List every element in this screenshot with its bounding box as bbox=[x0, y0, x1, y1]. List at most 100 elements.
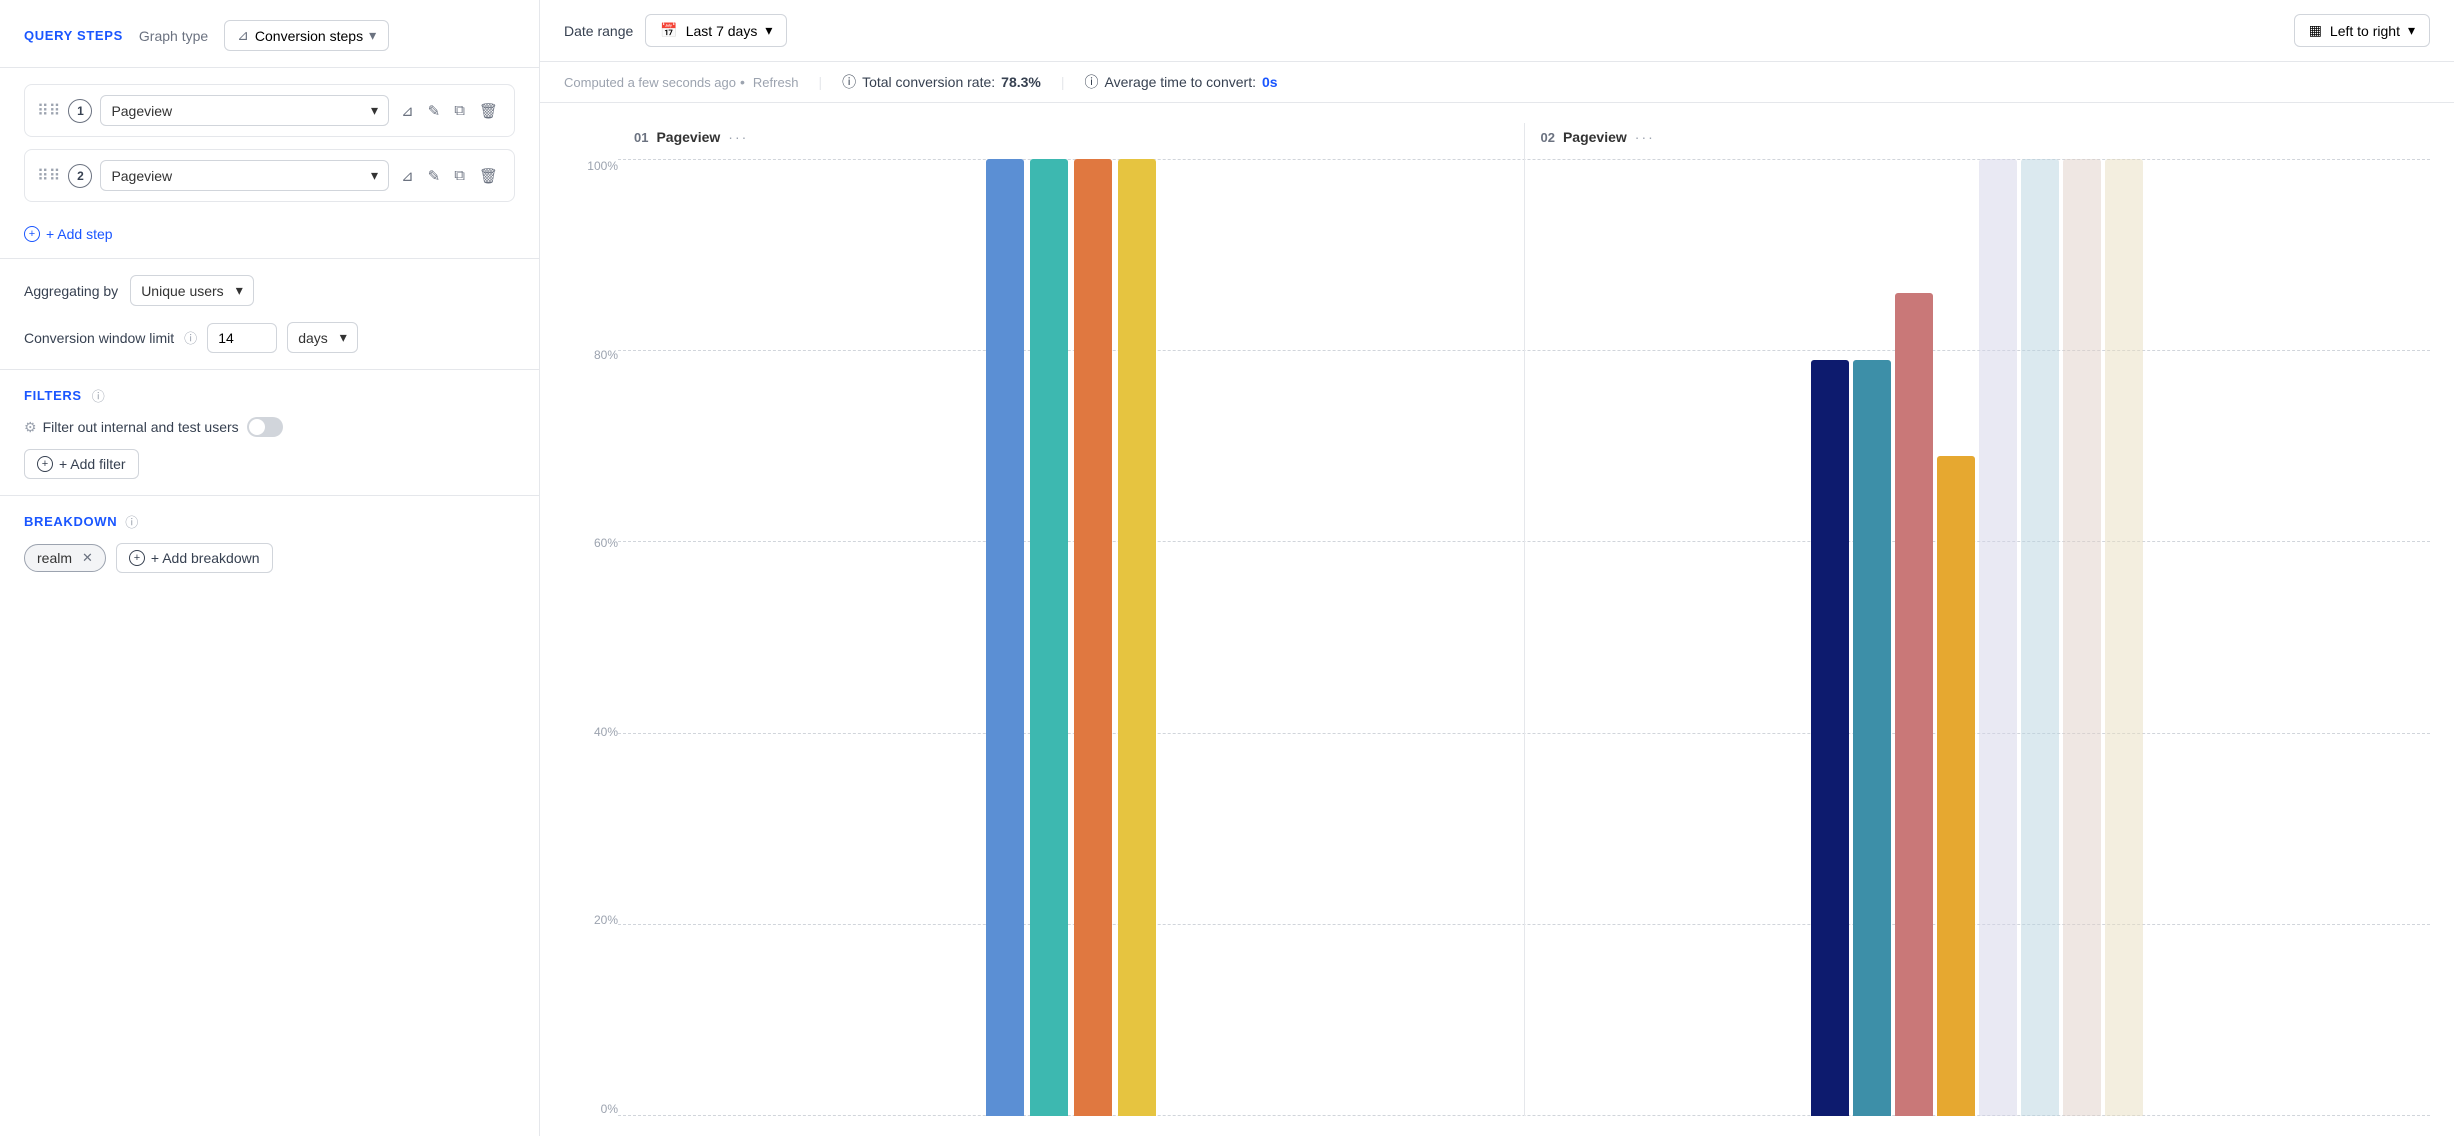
avg-time-value: 0s bbox=[1262, 74, 1278, 90]
step-1-filter-btn[interactable]: ⊿ bbox=[397, 98, 418, 124]
step-1-delete-btn[interactable]: 🗑 bbox=[475, 98, 502, 124]
chevron-down-icon: ▾ bbox=[2408, 22, 2415, 39]
step-1-num: 01 bbox=[634, 130, 648, 145]
date-range-button[interactable]: 📅 Last 7 days ▾ bbox=[645, 14, 787, 47]
step-1-copy-btn[interactable]: ⧉ bbox=[450, 98, 469, 123]
filters-info-icon[interactable]: ⓘ bbox=[92, 386, 105, 405]
step-number-1: 1 bbox=[68, 99, 92, 123]
breakdown-row: realm ✕ + + Add breakdown bbox=[24, 543, 515, 573]
plus-circle-icon: + bbox=[37, 456, 53, 472]
drag-handle-2[interactable]: ⠿⠿ bbox=[37, 166, 60, 186]
step-1-bars bbox=[618, 159, 1524, 1116]
step-2-filter-btn[interactable]: ⊿ bbox=[397, 163, 418, 189]
step-1-label: Pageview bbox=[656, 129, 720, 145]
chevron-down-icon: ▾ bbox=[765, 22, 772, 39]
avg-time-stat: ⓘ Average time to convert: 0s bbox=[1085, 72, 1278, 92]
chevron-down-icon: ▾ bbox=[371, 102, 378, 119]
add-breakdown-button[interactable]: + + Add breakdown bbox=[116, 543, 273, 573]
y-tick-80: 80% bbox=[564, 348, 618, 362]
chart-stats: Computed a few seconds ago • Refresh | ⓘ… bbox=[540, 62, 2454, 103]
bar-s2-1[interactable] bbox=[1811, 360, 1849, 1116]
graph-type-label: Graph type bbox=[139, 28, 208, 44]
bar-s2-ghost-4 bbox=[2105, 159, 2143, 1116]
graph-type-button[interactable]: ⊿ Conversion steps ▾ bbox=[224, 20, 389, 51]
step-1-column: 01 Pageview ··· bbox=[618, 123, 1525, 1116]
window-unit-select[interactable]: days ▾ bbox=[287, 322, 358, 353]
filters-header: FILTERS ⓘ bbox=[24, 386, 515, 405]
date-range-row: Date range 📅 Last 7 days ▾ bbox=[564, 14, 787, 47]
step-2-actions: ⊿ ✎ ⧉ 🗑 bbox=[397, 163, 502, 189]
conversion-window-row: Conversion window limit ⓘ days ▾ bbox=[24, 322, 515, 353]
step-1-edit-btn[interactable]: ✎ bbox=[424, 98, 445, 124]
left-panel: QUERY STEPS Graph type ⊿ Conversion step… bbox=[0, 0, 540, 1136]
breakdown-section: BREAKDOWN ⓘ realm ✕ + + Add breakdown bbox=[0, 495, 539, 589]
total-conversion-stat: ⓘ Total conversion rate: 78.3% bbox=[842, 72, 1041, 92]
aggregating-row: Aggregating by Unique users ▾ bbox=[24, 275, 515, 306]
breakdown-header: BREAKDOWN ⓘ bbox=[24, 512, 515, 531]
columns-wrapper: 01 Pageview ··· bbox=[618, 123, 2430, 1116]
step-2-num: 02 bbox=[1541, 130, 1555, 145]
step-2-delete-btn[interactable]: 🗑 bbox=[475, 163, 502, 189]
date-range-label: Date range bbox=[564, 23, 633, 39]
bar-chart-icon: ▦ bbox=[2309, 22, 2322, 39]
steps-list: ⠿⠿ 1 Pageview ▾ ⊿ ✎ ⧉ 🗑 ⠿⠿ 2 bbox=[0, 68, 539, 218]
conversion-window-input[interactable] bbox=[207, 323, 277, 353]
avg-time-label: Average time to convert: bbox=[1105, 74, 1256, 90]
bar-s1-1[interactable] bbox=[986, 159, 1024, 1116]
step-2-copy-btn[interactable]: ⧉ bbox=[450, 163, 469, 188]
aggregating-label: Aggregating by bbox=[24, 283, 118, 299]
gear-icon: ⚙ bbox=[24, 419, 37, 436]
drag-handle-1[interactable]: ⠿⠿ bbox=[37, 101, 60, 121]
step-1-header: 01 Pageview ··· bbox=[618, 123, 1524, 159]
chart-plot: 01 Pageview ··· bbox=[618, 123, 2430, 1136]
info-icon: ⓘ bbox=[1085, 72, 1099, 92]
filter-toggle[interactable] bbox=[247, 417, 283, 437]
filters-section: FILTERS ⓘ ⚙ Filter out internal and test… bbox=[0, 369, 539, 495]
filter-out-label: ⚙ Filter out internal and test users bbox=[24, 419, 239, 436]
step-2-edit-btn[interactable]: ✎ bbox=[424, 163, 445, 189]
chart-area: 100% 80% 60% 40% 20% 0% bbox=[540, 103, 2454, 1136]
settings-section: Aggregating by Unique users ▾ Conversion… bbox=[0, 258, 539, 369]
step-row-1: ⠿⠿ 1 Pageview ▾ ⊿ ✎ ⧉ 🗑 bbox=[24, 84, 515, 137]
step-select-1[interactable]: Pageview ▾ bbox=[100, 95, 389, 126]
step-2-column: 02 Pageview ··· bbox=[1525, 123, 2431, 1116]
y-tick-20: 20% bbox=[564, 913, 618, 927]
step-select-2[interactable]: Pageview ▾ bbox=[100, 160, 389, 191]
step-2-more[interactable]: ··· bbox=[1635, 129, 1655, 145]
step-1-more[interactable]: ··· bbox=[728, 129, 748, 145]
bar-s2-3[interactable] bbox=[1895, 293, 1933, 1116]
bar-s1-2[interactable] bbox=[1030, 159, 1068, 1116]
breakdown-tag-realm: realm ✕ bbox=[24, 544, 106, 572]
breakdown-tag-remove[interactable]: ✕ bbox=[78, 550, 93, 566]
plus-circle-icon: + bbox=[129, 550, 145, 566]
query-steps-label: QUERY STEPS bbox=[24, 28, 123, 43]
bar-s2-2[interactable] bbox=[1853, 360, 1891, 1116]
step-2-bars bbox=[1525, 159, 2431, 1116]
step-row-2: ⠿⠿ 2 Pageview ▾ ⊿ ✎ ⧉ 🗑 bbox=[24, 149, 515, 202]
calendar-icon: 📅 bbox=[660, 22, 677, 39]
bar-s2-4[interactable] bbox=[1937, 456, 1975, 1116]
conversion-window-label: Conversion window limit bbox=[24, 330, 174, 346]
add-filter-button[interactable]: + + Add filter bbox=[24, 449, 139, 479]
total-conversion-label: Total conversion rate: bbox=[862, 74, 995, 90]
y-tick-40: 40% bbox=[564, 725, 618, 739]
y-axis: 100% 80% 60% 40% 20% 0% bbox=[564, 123, 618, 1136]
computed-text: Computed a few seconds ago bbox=[564, 75, 736, 90]
chevron-down-icon: ▾ bbox=[340, 329, 347, 346]
y-tick-60: 60% bbox=[564, 536, 618, 550]
info-icon: ⓘ bbox=[842, 72, 856, 92]
bar-s1-3[interactable] bbox=[1074, 159, 1112, 1116]
bar-s2-ghost-3 bbox=[2063, 159, 2101, 1116]
aggregating-select[interactable]: Unique users ▾ bbox=[130, 275, 254, 306]
info-icon[interactable]: ⓘ bbox=[184, 328, 197, 347]
add-step-button[interactable]: + + Add step bbox=[0, 218, 539, 258]
direction-button[interactable]: ▦ Left to right ▾ bbox=[2294, 14, 2430, 47]
bar-s1-4[interactable] bbox=[1118, 159, 1156, 1116]
refresh-link[interactable]: Refresh bbox=[753, 75, 799, 90]
breakdown-label: BREAKDOWN bbox=[24, 514, 117, 529]
filters-label: FILTERS bbox=[24, 388, 82, 403]
breakdown-info-icon[interactable]: ⓘ bbox=[125, 512, 138, 531]
chevron-down-icon: ▾ bbox=[371, 167, 378, 184]
y-tick-100: 100% bbox=[564, 159, 618, 173]
step-number-2: 2 bbox=[68, 164, 92, 188]
